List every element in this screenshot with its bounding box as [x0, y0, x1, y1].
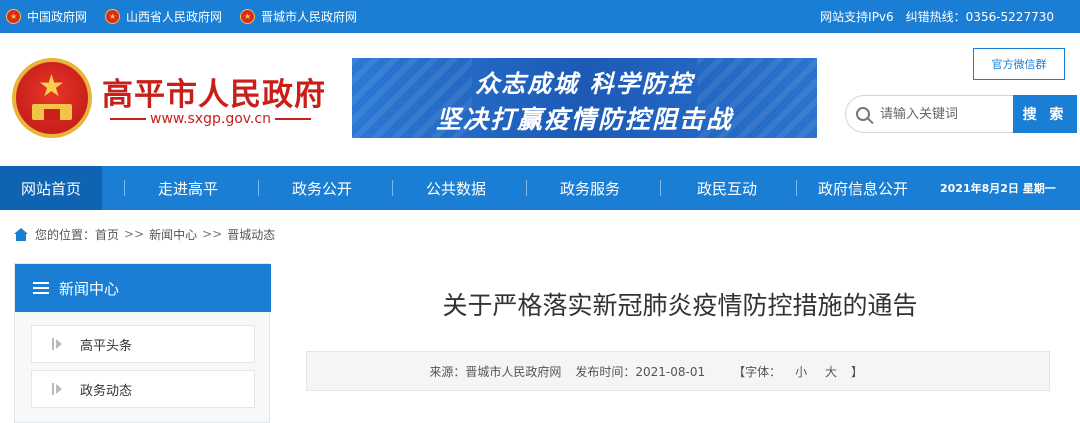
- wechat-group-button[interactable]: 官方微信群: [973, 48, 1065, 80]
- site-url-text: www.sxgp.gov.cn: [150, 111, 271, 127]
- sidebar-item-label: 高平头条: [80, 338, 133, 354]
- breadcrumb-prefix: 您的位置：: [35, 227, 96, 242]
- nav-item-public-data[interactable]: 公共数据: [394, 166, 518, 210]
- search-icon: [856, 107, 870, 121]
- banner-line-2: 坚决打赢疫情防控阻击战: [435, 105, 733, 134]
- top-link-gov-cn[interactable]: 中国政府网: [6, 8, 87, 25]
- font-large-button[interactable]: 大: [825, 365, 837, 379]
- sidebar-title: 新闻中心: [59, 279, 120, 298]
- sidebar-header: 新闻中心: [15, 264, 271, 312]
- top-link-label: 晋城市人民政府网: [261, 10, 358, 24]
- top-right-info: 网站支持IPv6 纠错热线：0356-5227730: [808, 0, 1054, 33]
- font-size-prefix: 【字体：: [733, 364, 782, 379]
- article-meta: 来源：晋城市人民政府网 发布时间：2021-08-01 【字体： 小 大】: [306, 351, 1050, 391]
- home-icon: [14, 227, 28, 241]
- site-title: 高平市人民政府: [102, 77, 326, 113]
- top-link-shanxi[interactable]: 山西省人民政府网: [105, 8, 222, 25]
- site-logo[interactable]: ★ 高平市人民政府 www.sxgp.gov.cn: [10, 53, 340, 143]
- breadcrumb-jincheng-news[interactable]: 晋城动态: [227, 226, 275, 243]
- epidemic-banner[interactable]: 众志成城 科学防控 坚决打赢疫情防控阻击战: [352, 58, 817, 138]
- nav-item-interaction[interactable]: 政民互动: [662, 166, 792, 210]
- current-date: 2021年8月2日 星期一: [940, 182, 1056, 195]
- article-source: 来源：晋城市人民政府网: [429, 364, 562, 379]
- nav-item-about[interactable]: 走进高平: [126, 166, 250, 210]
- breadcrumb-separator: >>: [124, 227, 145, 241]
- breadcrumb: 您的位置： 首页 >> 新闻中心 >> 晋城动态: [14, 222, 275, 246]
- sidebar: 新闻中心 高平头条 政务动态: [14, 263, 271, 423]
- search-bar: 搜 索: [845, 95, 1078, 133]
- national-emblem-icon: [105, 9, 121, 24]
- breadcrumb-home[interactable]: 首页: [95, 226, 119, 243]
- ipv6-label: 网站支持IPv6: [820, 10, 894, 24]
- breadcrumb-news-center[interactable]: 新闻中心: [149, 226, 197, 243]
- sidebar-item-gov-news[interactable]: 政务动态: [31, 370, 255, 408]
- search-box[interactable]: [845, 95, 1015, 133]
- site-url: www.sxgp.gov.cn: [106, 111, 315, 127]
- font-small-button[interactable]: 小: [795, 365, 807, 379]
- nav-item-gov-affairs[interactable]: 政务公开: [260, 166, 384, 210]
- menu-icon: [33, 282, 49, 294]
- top-link-label: 中国政府网: [27, 10, 88, 24]
- nav-item-home[interactable]: 网站首页: [0, 166, 102, 210]
- top-bar: 中国政府网 山西省人民政府网 晋城市人民政府网 网站支持IPv6 纠错热线：03…: [0, 0, 1080, 33]
- top-links: 中国政府网 山西省人民政府网 晋城市人民政府网: [6, 0, 375, 33]
- article-publish-time: 发布时间：2021-08-01: [575, 364, 706, 379]
- play-icon: [52, 338, 62, 350]
- search-input[interactable]: [878, 105, 998, 123]
- nav-item-gov-services[interactable]: 政务服务: [528, 166, 652, 210]
- report-hotline: 纠错热线：0356-5227730: [905, 10, 1054, 24]
- sidebar-item-headlines[interactable]: 高平头条: [31, 325, 255, 363]
- search-button[interactable]: 搜 索: [1013, 95, 1077, 133]
- article-title: 关于严格落实新冠肺炎疫情防控措施的通告: [442, 291, 918, 320]
- top-link-label: 山西省人民政府网: [126, 10, 223, 24]
- nav-item-info-disclosure[interactable]: 政府信息公开: [798, 166, 928, 210]
- sidebar-item-label: 政务动态: [80, 383, 133, 399]
- breadcrumb-separator: >>: [202, 227, 223, 241]
- national-emblem-icon: ★: [12, 58, 92, 138]
- banner-line-1: 众志成城 科学防控: [475, 70, 694, 98]
- font-size-control: 【字体： 小 大】: [719, 363, 863, 380]
- font-size-suffix: 】: [850, 364, 863, 379]
- top-link-jincheng[interactable]: 晋城市人民政府网: [240, 8, 357, 25]
- national-emblem-icon: [6, 9, 21, 24]
- play-icon: [52, 383, 62, 395]
- national-emblem-icon: [240, 9, 256, 24]
- main-nav: 网站首页 走进高平 政务公开 公共数据 政务服务 政民互动 政府信息公开 202…: [0, 166, 1080, 210]
